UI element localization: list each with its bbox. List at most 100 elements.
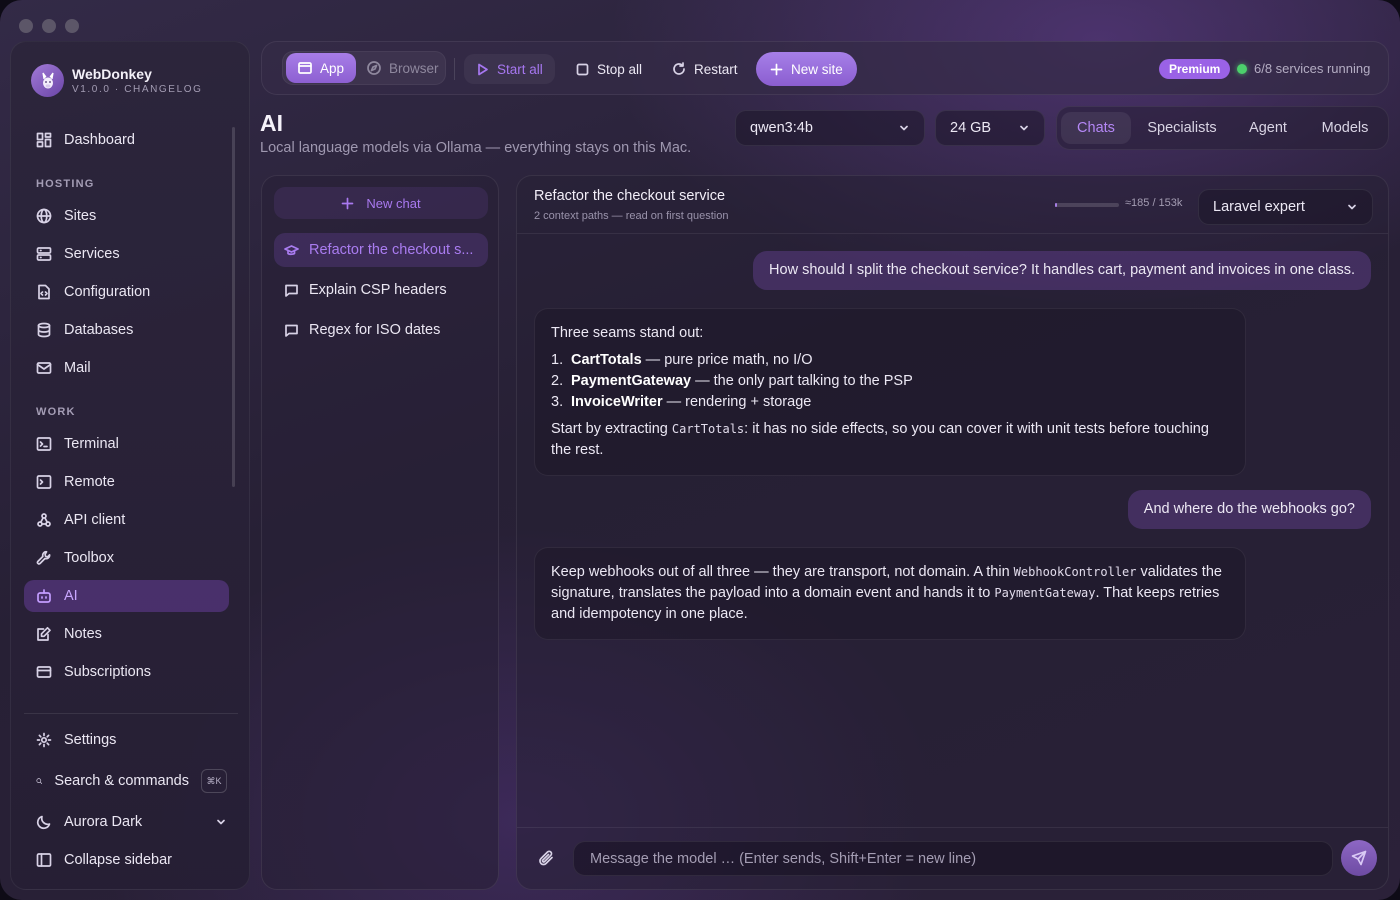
- shortcut-badge: ⌘K: [201, 769, 227, 793]
- mail-icon: [36, 362, 52, 374]
- app-view-label: App: [320, 60, 345, 76]
- message-input[interactable]: [573, 841, 1333, 876]
- page-title: AI: [260, 110, 283, 136]
- conversation-title: Refactor the checkout service: [534, 188, 726, 204]
- sidebar-item-label: Mail: [64, 360, 91, 376]
- theme-selector[interactable]: Aurora Dark: [24, 806, 229, 838]
- sidebar-item-label: Collapse sidebar: [64, 852, 173, 868]
- sidebar-item-settings[interactable]: Settings: [24, 724, 229, 756]
- dashboard-icon: [36, 132, 52, 148]
- globe-icon: [36, 208, 52, 224]
- minimize-window-button[interactable]: [42, 19, 56, 33]
- class-name: CartTotals: [571, 352, 642, 368]
- list-item: 3. InvoiceWriter — rendering + storage: [551, 392, 1229, 413]
- section-work-heading: WORK: [36, 406, 76, 418]
- paperclip-icon[interactable]: [537, 849, 555, 867]
- window-controls: [19, 19, 79, 33]
- start-all-button[interactable]: Start all: [464, 54, 555, 84]
- sidebar-item-configuration[interactable]: Configuration: [24, 276, 229, 308]
- chat-list-item[interactable]: Refactor the checkout s...: [274, 233, 488, 267]
- list-number: 1.: [551, 352, 564, 368]
- browser-view-button[interactable]: Browser: [355, 53, 451, 83]
- sidebar-item-dashboard[interactable]: Dashboard: [24, 124, 229, 156]
- context-usage-bar: [1055, 203, 1119, 207]
- sidebar-item-label: Services: [64, 246, 120, 262]
- user-message: How should I split the checkout service?…: [753, 251, 1371, 290]
- section-hosting-heading: HOSTING: [36, 178, 95, 190]
- services-status-text: 6/8 services running: [1254, 61, 1371, 76]
- sidebar-item-mail[interactable]: Mail: [24, 352, 229, 384]
- sidebar-scrollbar[interactable]: [232, 127, 235, 487]
- new-chat-button[interactable]: New chat: [274, 187, 488, 219]
- sidebar-item-remote[interactable]: Remote: [24, 466, 229, 498]
- tab-agent[interactable]: Agent: [1233, 112, 1303, 144]
- database-icon: [37, 322, 51, 338]
- sidebar-item-label: Dashboard: [64, 132, 135, 148]
- restart-button[interactable]: Restart: [660, 54, 750, 84]
- specialist-select[interactable]: Laravel expert: [1198, 189, 1373, 225]
- view-toggle: App Browser: [282, 51, 446, 85]
- assistant-message: Keep webhooks out of all three — they ar…: [534, 547, 1246, 640]
- stop-all-button[interactable]: Stop all: [564, 54, 654, 84]
- tab-specialists[interactable]: Specialists: [1135, 112, 1229, 144]
- inline-code: WebhookController: [1013, 565, 1137, 579]
- theme-label: Aurora Dark: [64, 814, 143, 830]
- sidebar-item-terminal[interactable]: Terminal: [24, 428, 229, 460]
- message-paragraph: Keep webhooks out of all three — they ar…: [551, 562, 1229, 625]
- message-composer: [517, 827, 1388, 889]
- sidebar-item-search-commands[interactable]: Search & commands ⌘K: [24, 765, 229, 797]
- sidebar-item-label: Search & commands: [54, 773, 189, 789]
- file-code-icon: [38, 284, 50, 300]
- sidebar-item-toolbox[interactable]: Toolbox: [24, 542, 229, 574]
- chat-bubble-icon: [285, 324, 298, 337]
- user-message: And where do the webhooks go?: [1127, 490, 1371, 529]
- inline-code: CartTotals: [671, 422, 745, 436]
- chat-list-item[interactable]: Regex for ISO dates: [274, 313, 488, 347]
- message-paragraph: Three seams stand out:: [551, 325, 704, 341]
- chat-list-item[interactable]: Explain CSP headers: [274, 273, 488, 307]
- class-name: InvoiceWriter: [571, 394, 663, 410]
- ai-tabs: Chats Specialists Agent Models: [1056, 106, 1389, 150]
- new-site-label: New site: [791, 61, 843, 77]
- send-button[interactable]: [1341, 840, 1377, 876]
- sidebar-item-databases[interactable]: Databases: [24, 314, 229, 346]
- message-list: 1. CartTotals — pure price math, no I/O 2…: [551, 350, 1229, 413]
- chat-title: Explain CSP headers: [309, 282, 447, 298]
- brand[interactable]: WebDonkey V1.0.0 · CHANGELOG: [31, 64, 203, 97]
- collapse-sidebar-button[interactable]: Collapse sidebar: [24, 844, 229, 876]
- search-icon: [36, 778, 43, 784]
- services-status-indicator: [1237, 64, 1247, 74]
- remote-terminal-icon: [36, 475, 52, 489]
- tab-models[interactable]: Models: [1307, 112, 1383, 144]
- inline-code: PaymentGateway: [994, 586, 1096, 600]
- tab-chats[interactable]: Chats: [1061, 112, 1131, 144]
- play-icon: [478, 63, 488, 75]
- version-changelog-link[interactable]: V1.0.0 · CHANGELOG: [72, 84, 203, 95]
- app-window: WebDonkey V1.0.0 · CHANGELOG Dashboard H…: [0, 0, 1400, 900]
- memory-select[interactable]: 24 GB: [935, 110, 1045, 146]
- sidebar-item-subscriptions[interactable]: Subscriptions: [24, 656, 229, 688]
- message-paragraph: Start by extracting CartTotals: it has n…: [551, 419, 1229, 461]
- chat-title: Refactor the checkout s...: [309, 242, 474, 258]
- app-view-button[interactable]: App: [286, 53, 357, 83]
- list-desc: — rendering + storage: [662, 394, 812, 410]
- close-window-button[interactable]: [19, 19, 33, 33]
- sidebar-item-label: Remote: [64, 474, 115, 490]
- card-icon: [36, 666, 52, 678]
- model-select-value: qwen3:4b: [750, 120, 813, 136]
- sidebar-item-ai[interactable]: AI: [24, 580, 229, 612]
- list-number: 2.: [551, 373, 564, 389]
- sidebar-item-sites[interactable]: Sites: [24, 200, 229, 232]
- server-icon: [36, 247, 52, 261]
- chevron-down-icon: [1348, 204, 1356, 210]
- terminal-icon: [36, 437, 52, 451]
- specialist-select-value: Laravel expert: [1213, 199, 1305, 215]
- model-select[interactable]: qwen3:4b: [735, 110, 925, 146]
- new-site-button[interactable]: New site: [756, 52, 857, 86]
- sidebar-item-services[interactable]: Services: [24, 238, 229, 270]
- sidebar-item-api-client[interactable]: API client: [24, 504, 229, 536]
- chat-list-panel: New chat Refactor the checkout s... Expl…: [261, 175, 499, 890]
- start-all-label: Start all: [497, 61, 543, 77]
- sidebar-item-notes[interactable]: Notes: [24, 618, 229, 650]
- zoom-window-button[interactable]: [65, 19, 79, 33]
